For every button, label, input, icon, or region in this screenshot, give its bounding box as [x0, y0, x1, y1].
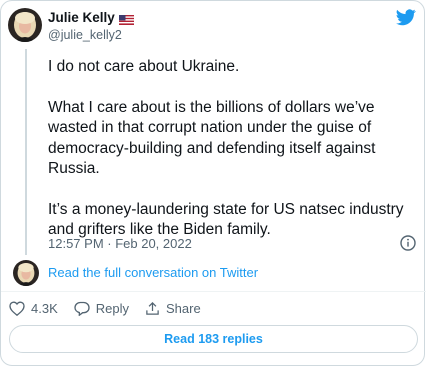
tweet-actions: 4.3K Reply Share — [9, 301, 217, 316]
like-button[interactable]: 4.3K — [9, 301, 58, 316]
author-name-row[interactable]: Julie Kelly — [48, 10, 134, 26]
share-label: Share — [166, 301, 201, 316]
twitter-bird-icon[interactable] — [396, 9, 416, 26]
full-conversation-link[interactable]: Read the full conversation on Twitter — [48, 265, 258, 281]
like-count: 4.3K — [31, 301, 58, 316]
author-name[interactable]: Julie Kelly — [48, 10, 115, 26]
share-button[interactable]: Share — [145, 301, 201, 316]
conversation-avatar[interactable] — [13, 260, 39, 286]
reply-icon — [74, 301, 90, 316]
read-replies-button[interactable]: Read 183 replies — [9, 325, 418, 353]
reply-button[interactable]: Reply — [74, 301, 129, 316]
author-handle[interactable]: @julie_kelly2 — [48, 28, 122, 43]
us-flag-icon — [118, 13, 134, 25]
tweet-paragraph: What I care about is the billions of dol… — [48, 98, 376, 178]
tweet-timestamp[interactable]: 12:57 PM · Feb 20, 2022 — [48, 236, 192, 252]
info-icon[interactable] — [400, 235, 416, 251]
tweet-paragraph: It’s a money-laundering state for US nat… — [48, 200, 404, 239]
thread-line — [25, 49, 27, 255]
embedded-tweet-card: Julie Kelly @julie_kelly2 I do not care … — [0, 0, 426, 366]
author-avatar[interactable] — [8, 8, 42, 42]
share-icon — [146, 301, 159, 315]
reply-label: Reply — [95, 301, 129, 316]
tweet-text: I do not care about Ukraine. What I care… — [48, 57, 420, 241]
heart-icon — [9, 301, 25, 316]
tweet-paragraph: I do not care about Ukraine. — [48, 58, 240, 75]
divider — [1, 291, 426, 292]
